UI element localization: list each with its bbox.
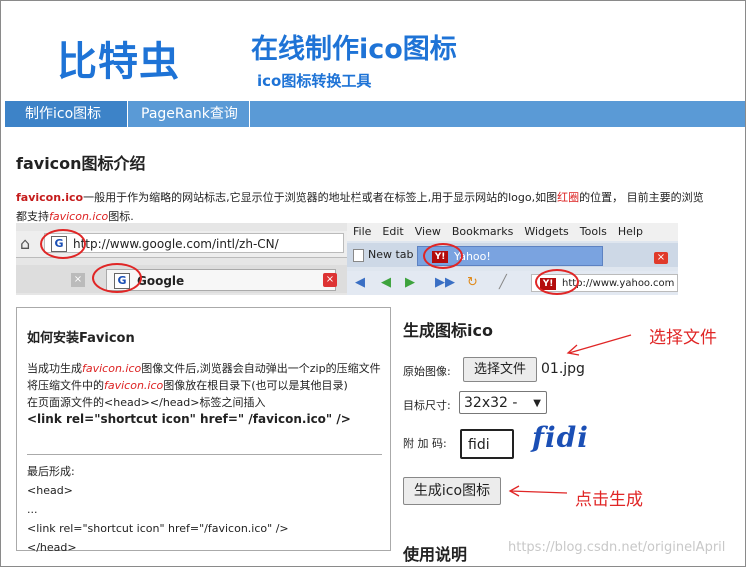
annotation-arrows (508, 334, 632, 497)
watermark: https://blog.csdn.net/originelApril (508, 540, 726, 555)
arrow-line (568, 334, 632, 354)
page-frame: 比特虫 在线制作ico图标 ico图标转换工具 制作ico图标 PageRank… (0, 0, 746, 567)
arrow-line (509, 490, 568, 494)
